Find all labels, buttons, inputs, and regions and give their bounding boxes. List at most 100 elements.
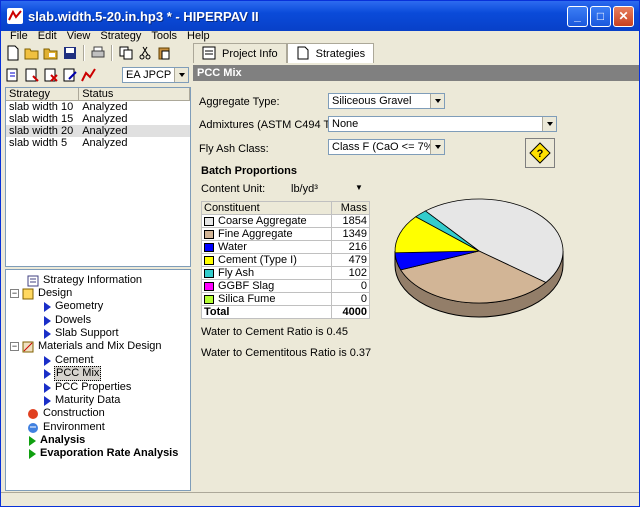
collapse-icon[interactable]: − [10, 342, 19, 351]
paste-icon[interactable] [156, 45, 172, 61]
save-icon[interactable] [62, 45, 78, 61]
strategy-row-selected[interactable]: slab width 20 Analyzed [6, 125, 190, 137]
tab-project-info[interactable]: Project Info [193, 43, 287, 63]
mass-cell[interactable]: 479 [331, 253, 370, 267]
tree-item-evaporation[interactable]: Evaporation Rate Analysis [27, 447, 179, 460]
cut-icon[interactable] [137, 45, 153, 61]
collapse-icon[interactable]: − [10, 289, 19, 298]
tree-item-slab-support[interactable]: Slab Support [42, 327, 120, 340]
copy-strategy-icon[interactable] [24, 67, 40, 83]
strategy-row[interactable]: slab width 5 Analyzed [6, 137, 190, 149]
copy-icon[interactable] [118, 45, 134, 61]
fly-ash-class-select[interactable]: Class F (CaO <= 7%) [328, 139, 445, 155]
open-folder-alt-icon[interactable] [43, 45, 59, 61]
tree-item-strategy-info[interactable]: Strategy Information [27, 274, 143, 287]
strategy-row[interactable]: slab width 15 Analyzed [6, 113, 190, 125]
svg-text:?: ? [537, 148, 544, 160]
tab-strategies[interactable]: Strategies [286, 43, 375, 63]
add-strategy-icon[interactable] [5, 67, 21, 83]
run-icon [29, 448, 36, 459]
chevron-down-icon[interactable] [174, 68, 188, 82]
total-label: Total [200, 305, 333, 319]
arrow-right-icon [44, 382, 51, 393]
open-folder-icon[interactable] [24, 45, 40, 61]
table-row: Fly Ash 102 [200, 266, 370, 280]
tree-label: Environment [43, 421, 105, 433]
arrow-right-icon [44, 328, 51, 339]
color-swatch [204, 229, 214, 239]
aggregate-type-select[interactable]: Siliceous Gravel [328, 93, 445, 109]
constituent-name: Fly Ash [218, 267, 255, 279]
close-button[interactable]: ✕ [613, 5, 634, 27]
mass-cell[interactable]: 216 [331, 240, 370, 254]
color-swatch [204, 268, 214, 278]
design-icon [22, 288, 34, 300]
tree-item-design[interactable]: − Design [10, 287, 73, 300]
tree-item-geometry[interactable]: Geometry [42, 300, 104, 313]
maximize-button[interactable]: □ [590, 5, 611, 27]
help-button[interactable]: ? [525, 138, 555, 168]
strategy-status: Analyzed [82, 113, 128, 125]
tree-item-environment[interactable]: Environment [27, 421, 106, 434]
constituent-cell: Cement (Type I) [200, 253, 333, 267]
constituent-cell: Fine Aggregate [200, 227, 333, 241]
pavement-type-value: EA JPCP [126, 69, 172, 81]
tree-item-construction[interactable]: Construction [27, 407, 106, 420]
tree-item-pcc-mix[interactable]: PCC Mix [42, 366, 102, 381]
tree-label: Materials and Mix Design [38, 340, 162, 352]
admixtures-select[interactable]: None [328, 116, 557, 132]
column-header-strategy[interactable]: Strategy [6, 88, 80, 100]
top-tabs: Project Info Strategies [193, 43, 639, 63]
table-row: GGBF Slag 0 [200, 279, 370, 293]
tree-label-selected: PCC Mix [54, 366, 102, 381]
strategy-row[interactable]: slab width 10 Analyzed [6, 101, 190, 113]
aggregate-type-label: Aggregate Type: [199, 96, 280, 108]
content-unit-select[interactable]: lb/yd³ [291, 183, 318, 195]
menu-view[interactable]: View [62, 30, 96, 42]
mass-cell[interactable]: 102 [331, 266, 370, 280]
constituent-name: Water [218, 241, 247, 253]
chevron-down-icon[interactable] [542, 117, 556, 131]
constituent-name: Coarse Aggregate [218, 215, 307, 227]
toolbar-separator [111, 45, 113, 61]
minimize-button[interactable]: _ [567, 5, 588, 27]
tree-label: Analysis [40, 434, 86, 446]
tree-label: Evaporation Rate Analysis [40, 447, 179, 459]
arrow-right-icon [44, 355, 51, 366]
menu-file[interactable]: File [5, 30, 33, 42]
strategy-list: Strategy Status slab width 10 Analyzed s… [5, 87, 191, 267]
constituent-cell: Water [200, 240, 333, 254]
print-icon[interactable] [90, 45, 106, 61]
new-file-icon[interactable] [5, 45, 21, 61]
column-header-status[interactable]: Status [79, 88, 190, 100]
tree-item-analysis[interactable]: Analysis [27, 434, 86, 447]
mass-cell[interactable]: 0 [331, 279, 370, 293]
chevron-down-icon[interactable] [430, 94, 444, 108]
content-unit-dropdown-icon[interactable]: ▼ [355, 183, 363, 192]
analysis-chart-icon[interactable] [81, 67, 97, 83]
mass-cell[interactable]: 1854 [331, 214, 370, 228]
tree-item-materials[interactable]: − Materials and Mix Design [10, 340, 163, 353]
strategy-status: Analyzed [82, 125, 128, 137]
chevron-down-icon[interactable] [430, 140, 444, 154]
admixtures-value: None [332, 118, 359, 130]
menu-edit[interactable]: Edit [33, 30, 62, 42]
mass-cell[interactable]: 0 [331, 292, 370, 306]
column-header-constituent: Constituent [200, 201, 333, 215]
column-header-mass: Mass [331, 201, 370, 215]
fly-ash-class-label: Fly Ash Class: [199, 143, 269, 155]
pavement-type-select[interactable]: EA JPCP [122, 67, 189, 83]
table-row: Silica Fume 0 [200, 292, 370, 306]
tree-label: Construction [43, 407, 105, 419]
menu-strategy[interactable]: Strategy [95, 30, 146, 42]
tree-item-maturity[interactable]: Maturity Data [42, 394, 121, 407]
menu-tools[interactable]: Tools [146, 30, 182, 42]
delete-strategy-icon[interactable] [43, 67, 59, 83]
menu-help[interactable]: Help [182, 30, 215, 42]
tree-item-pcc-properties[interactable]: PCC Properties [42, 381, 132, 394]
window-title: slab.width.5-20.in.hp3 * - HIPERPAV II [28, 8, 259, 24]
mass-cell[interactable]: 1349 [331, 227, 370, 241]
constituent-name: Fine Aggregate [218, 228, 293, 240]
tree-item-dowels[interactable]: Dowels [42, 314, 92, 327]
edit-strategy-icon[interactable] [62, 67, 78, 83]
